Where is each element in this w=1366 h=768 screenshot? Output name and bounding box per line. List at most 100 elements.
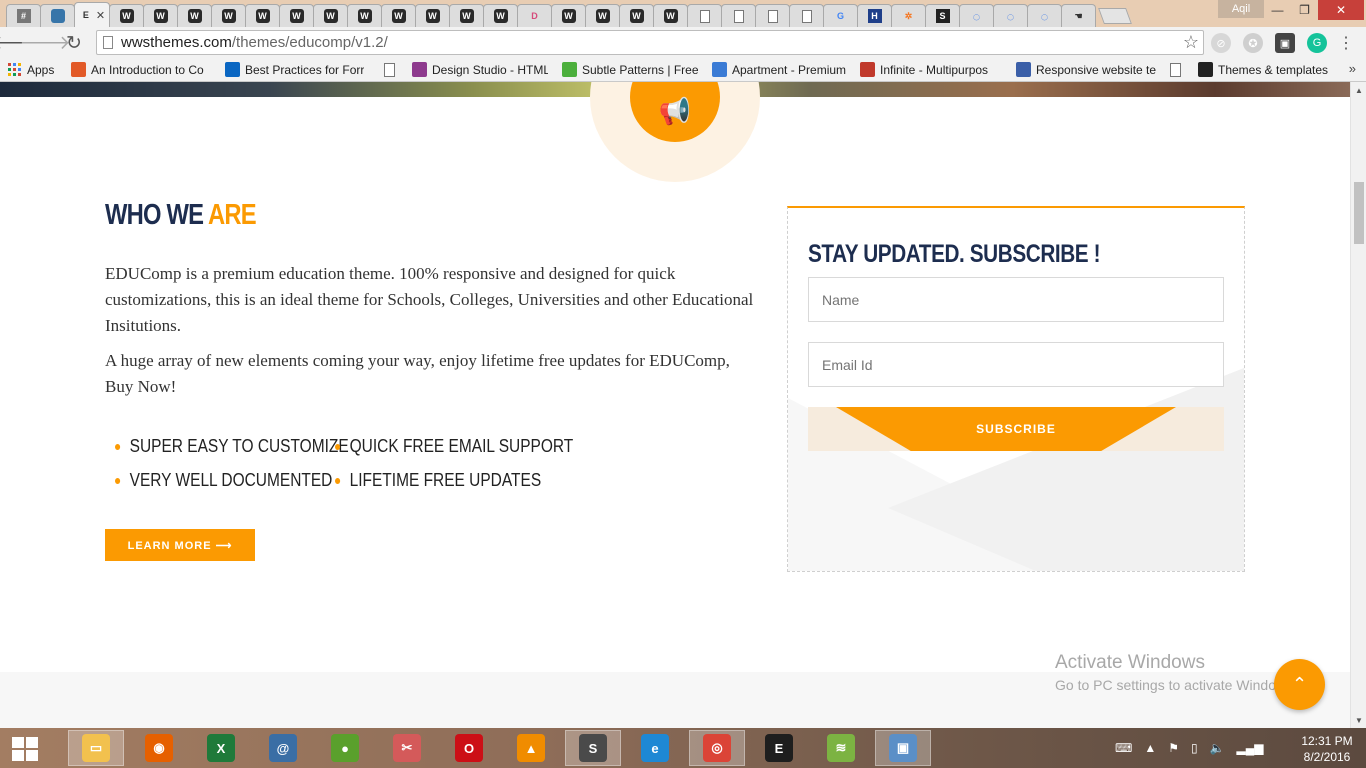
taskbar-app[interactable]: O [441, 730, 497, 766]
email-icon: @ [269, 734, 297, 762]
browser-tab[interactable]: # [6, 4, 41, 27]
browser-tab[interactable] [40, 4, 75, 27]
browser-tab[interactable]: ✲ [891, 4, 926, 27]
grammarly-icon[interactable]: G [1307, 33, 1327, 53]
new-tab-button[interactable] [1098, 8, 1132, 24]
back-to-top-button[interactable]: ⌃ [1274, 659, 1325, 710]
plus-icon [71, 62, 86, 77]
taskbar-app[interactable]: ▣ [875, 730, 931, 766]
taskbar-app[interactable]: ≋ [813, 730, 869, 766]
browser-tab[interactable]: ☚ [1061, 4, 1096, 27]
browser-tab[interactable]: W [381, 4, 416, 27]
tray-expand-icon[interactable]: ▲ [1144, 741, 1156, 755]
browser-tab[interactable]: W [483, 4, 518, 27]
browser-tab[interactable] [789, 4, 824, 27]
battery-icon[interactable]: ▯ [1191, 741, 1198, 755]
browser-tab[interactable]: ◌ [993, 4, 1028, 27]
taskbar-app[interactable]: ▭ [68, 730, 124, 766]
taskbar-app[interactable]: X [193, 730, 249, 766]
bookmark-item[interactable]: Apartment - Premium [712, 62, 846, 77]
bookmark-item[interactable]: An Introduction to Co [71, 62, 211, 77]
url-text[interactable]: wwsthemes.com/themes/educomp/v1.2/ [121, 34, 388, 51]
bookmark-star-icon[interactable]: ☆ [1183, 32, 1199, 53]
bookmark-item[interactable]: Subtle Patterns | Free [562, 62, 698, 77]
taskbar-app[interactable]: ✂ [379, 730, 435, 766]
extension-icon[interactable]: ▣ [1275, 33, 1295, 53]
bookmark-item[interactable]: Infinite - Multipurpos [860, 62, 1002, 77]
volume-icon[interactable]: 🔈 [1210, 741, 1225, 755]
bookmark-item[interactable]: Themes & templates [1198, 62, 1348, 77]
bookmark-item[interactable] [1170, 62, 1184, 77]
browser-tab[interactable] [755, 4, 790, 27]
scroll-thumb[interactable] [1354, 182, 1364, 244]
browser-tab[interactable]: W [449, 4, 484, 27]
browser-tab[interactable]: E ✕ [74, 2, 110, 27]
vlc-icon: ▲ [517, 734, 545, 762]
browser-tab[interactable] [721, 4, 756, 27]
browser-tab[interactable]: H [857, 4, 892, 27]
taskbar-app[interactable]: @ [255, 730, 311, 766]
taskbar-app[interactable]: ▲ [503, 730, 559, 766]
name-field[interactable] [808, 277, 1224, 322]
network-icon[interactable]: ▂▄▆ [1237, 741, 1264, 755]
bookmarks-overflow-icon[interactable]: » [1349, 61, 1356, 76]
reload-button[interactable]: ↻ [62, 31, 86, 55]
browser-tab[interactable]: ◌ [1027, 4, 1062, 27]
w-icon: W [221, 9, 236, 23]
bookmark-item[interactable]: Design Studio - HTML [412, 62, 548, 77]
feature-item: SUPER EASY TO CUSTOMIZE [115, 436, 349, 457]
extension-icon[interactable]: ✪ [1243, 33, 1263, 53]
profile-button[interactable]: Aqil [1218, 0, 1264, 18]
browser-tab[interactable]: W [211, 4, 246, 27]
taskbar-app[interactable]: S [565, 730, 621, 766]
browser-tab[interactable]: ◌ [959, 4, 994, 27]
close-tab-icon[interactable]: ✕ [96, 9, 105, 22]
bookmark-item[interactable]: Apps [7, 62, 57, 77]
browser-tab[interactable]: W [415, 4, 450, 27]
browser-tab[interactable]: G [823, 4, 858, 27]
bookmark-item[interactable]: Responsive website te [1016, 62, 1156, 77]
scroll-down-arrow-icon[interactable]: ▼ [1351, 712, 1366, 728]
menu-icon[interactable]: ⋮ [1336, 33, 1356, 53]
browser-tab[interactable]: W [313, 4, 348, 27]
browser-tab[interactable]: W [619, 4, 654, 27]
browser-tab[interactable]: W [653, 4, 688, 27]
file-explorer-icon: ▭ [82, 734, 110, 762]
feature-item: LIFETIME FREE UPDATES [335, 470, 541, 491]
learn-more-button[interactable]: LEARN MORE ⟶ [105, 529, 255, 561]
extension-icon[interactable]: ⊘ [1211, 33, 1231, 53]
browser-tab[interactable]: W [279, 4, 314, 27]
browser-tab[interactable]: W [109, 4, 144, 27]
browser-tab[interactable]: W [347, 4, 382, 27]
page-scrollbar[interactable]: ▲ ▼ [1350, 82, 1366, 728]
flag-icon[interactable]: ⚑ [1168, 741, 1179, 755]
taskbar-app[interactable]: ◎ [689, 730, 745, 766]
email-field[interactable] [808, 342, 1224, 387]
browser-tab[interactable]: W [585, 4, 620, 27]
keyboard-icon[interactable]: ⌨ [1115, 741, 1132, 755]
browser-tab[interactable]: W [143, 4, 178, 27]
taskbar-app[interactable]: E [751, 730, 807, 766]
browser-tab[interactable]: W [245, 4, 280, 27]
page-viewport: 📢 WHO WE ARE EDUComp is a premium educat… [0, 82, 1350, 728]
w-icon: W [663, 9, 678, 23]
bookmark-item[interactable] [384, 62, 398, 77]
start-button[interactable] [12, 737, 38, 761]
restore-button[interactable]: ❐ [1291, 0, 1318, 20]
browser-tab[interactable]: W [177, 4, 212, 27]
subscribe-button[interactable]: SUBSCRIBE [808, 407, 1224, 451]
taskbar-app[interactable]: e [627, 730, 683, 766]
scroll-up-arrow-icon[interactable]: ▲ [1351, 82, 1366, 98]
browser-tab[interactable] [687, 4, 722, 27]
browser-tab[interactable]: S [925, 4, 960, 27]
system-clock[interactable]: 12:31 PM 8/2/2016 [1296, 733, 1358, 765]
bookmark-item[interactable]: Best Practices for Forr [225, 62, 370, 77]
taskbar-app[interactable]: ◉ [131, 730, 187, 766]
minimize-button[interactable]: — [1264, 0, 1291, 20]
address-bar[interactable]: wwsthemes.com/themes/educomp/v1.2/ ☆ [96, 30, 1204, 55]
close-window-button[interactable]: ✕ [1318, 0, 1364, 20]
forward-button[interactable]: 🡒 [20, 31, 71, 55]
taskbar-app[interactable]: ● [317, 730, 373, 766]
browser-tab[interactable]: W [551, 4, 586, 27]
browser-tab[interactable]: D [517, 4, 552, 27]
